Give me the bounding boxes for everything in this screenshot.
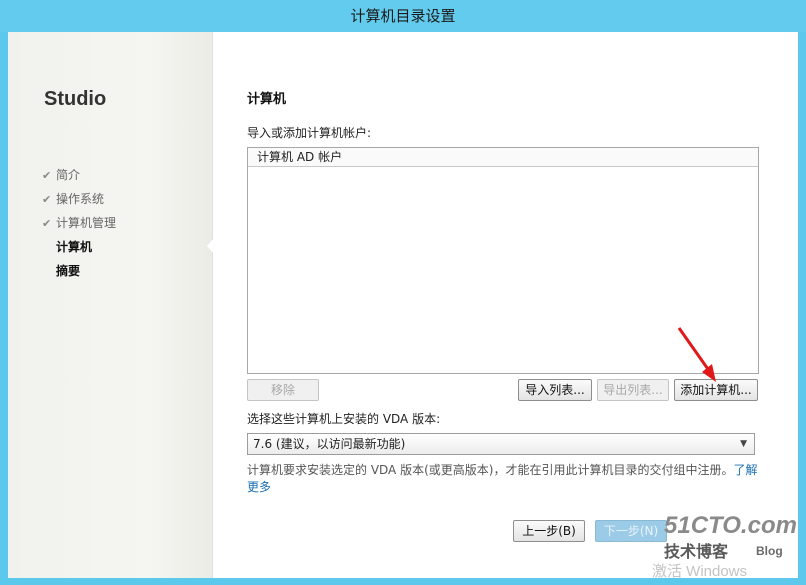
vda-version-label: 选择这些计算机上安装的 VDA 版本: — [247, 412, 441, 426]
list-column-header[interactable]: 计算机 AD 帐户 — [248, 148, 758, 167]
page-title: 计算机 — [247, 92, 287, 107]
activate-windows-text: 激活 Windows — [652, 563, 748, 580]
vda-version-select[interactable]: 7.6 (建议，以访问最新功能) ▼ — [247, 433, 755, 455]
chevron-down-icon: ▼ — [740, 439, 747, 449]
wizard-content: 计算机 导入或添加计算机帐户: 计算机 AD 帐户 移除 导入列表... 导出列… — [247, 32, 767, 578]
brand-logo: Studio — [44, 88, 107, 110]
checkmark-icon: ✔ — [42, 193, 52, 206]
step-machines: 计算机 — [42, 235, 116, 259]
step-label: 计算机管理 — [56, 216, 117, 230]
step-machine-management[interactable]: ✔ 计算机管理 — [42, 211, 116, 235]
step-label: 计算机 — [56, 240, 93, 254]
window-titlebar: 计算机目录设置 — [0, 0, 806, 32]
checkmark-icon: ✔ — [42, 169, 52, 182]
step-label: 摘要 — [56, 264, 81, 278]
checkmark-icon: ✔ — [42, 217, 52, 230]
remove-button[interactable]: 移除 — [247, 379, 319, 401]
wizard-steps: ✔ 简介 ✔ 操作系统 ✔ 计算机管理 计算机 摘要 — [42, 163, 116, 283]
import-list-button[interactable]: 导入列表... — [518, 379, 592, 401]
window-title: 计算机目录设置 — [350, 7, 456, 25]
export-list-button[interactable]: 导出列表... — [597, 379, 669, 401]
step-operating-system[interactable]: ✔ 操作系统 — [42, 187, 116, 211]
vda-note: 计算机要求安装选定的 VDA 版本(或更高版本)，才能在引用此计算机目录的交付组… — [247, 462, 759, 496]
next-button[interactable]: 下一步(N) — [595, 520, 667, 542]
watermark: 51CTO.com 技术博客 Blog 激活 Windows — [652, 512, 804, 582]
watermark-blog: 技术博客 — [664, 544, 729, 561]
vda-note-text: 计算机要求安装选定的 VDA 版本(或更高版本)，才能在引用此计算机目录的交付组… — [247, 463, 734, 477]
vda-version-value: 7.6 (建议，以访问最新功能) — [253, 437, 406, 451]
watermark-site: 51CTO.com — [664, 512, 797, 539]
add-computers-button[interactable]: 添加计算机... — [674, 379, 758, 401]
step-intro[interactable]: ✔ 简介 — [42, 163, 116, 187]
step-label: 简介 — [56, 168, 81, 182]
back-button[interactable]: 上一步(B) — [513, 520, 585, 542]
step-label: 操作系统 — [56, 192, 105, 206]
watermark-blog-en: Blog — [756, 544, 783, 558]
wizard-window: Studio ✔ 简介 ✔ 操作系统 ✔ 计算机管理 计算机 摘要 计算机 导入或添加… — [8, 32, 798, 578]
current-step-pointer — [207, 238, 214, 254]
step-summary: 摘要 — [42, 259, 116, 283]
machine-accounts-list[interactable]: 计算机 AD 帐户 — [247, 147, 759, 374]
wizard-sidebar: Studio ✔ 简介 ✔ 操作系统 ✔ 计算机管理 计算机 摘要 — [8, 32, 214, 578]
import-label: 导入或添加计算机帐户: — [247, 126, 372, 140]
